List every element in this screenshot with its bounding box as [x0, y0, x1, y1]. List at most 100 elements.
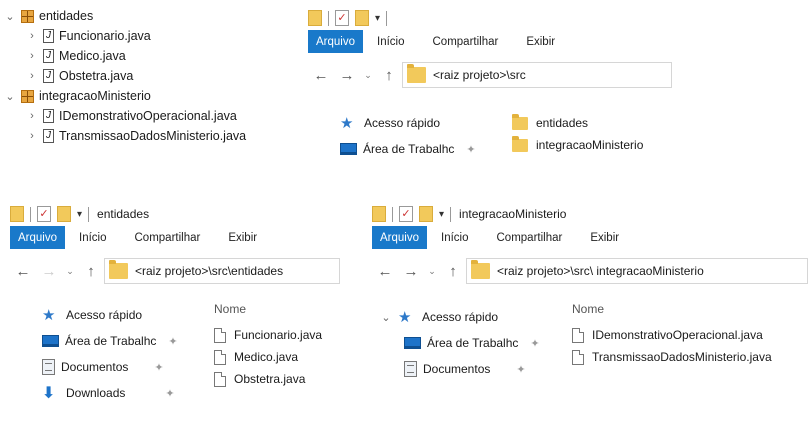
list-item[interactable]: TransmissaoDadosMinisterio.java: [572, 346, 772, 368]
address-row: ← → ⌄ ↑ <raiz projeto>\src: [308, 61, 672, 89]
column-header-name[interactable]: Nome: [572, 302, 772, 324]
pin-icon[interactable]: ✦: [530, 337, 539, 350]
package-icon: [21, 9, 34, 23]
tab-arquivo[interactable]: Arquivo: [372, 226, 427, 249]
tab-inicio[interactable]: Início: [65, 226, 121, 249]
tab-exibir[interactable]: Exibir: [214, 226, 271, 249]
chevron-down-icon[interactable]: ⌄: [4, 10, 16, 23]
nav-label: Área de Trabalhc: [427, 336, 519, 350]
chevron-right-icon[interactable]: ›: [26, 130, 38, 142]
desktop-icon: [42, 335, 59, 347]
nav-documents[interactable]: Documentos ✦: [380, 356, 540, 382]
tree-file-row[interactable]: › J Obstetra.java: [4, 66, 304, 86]
file-name: IDemonstrativoOperacional.java: [592, 328, 763, 342]
properties-icon[interactable]: ✓: [37, 206, 51, 222]
tab-inicio[interactable]: Início: [427, 226, 483, 249]
address-path: <raiz projeto>\src\entidades: [135, 264, 284, 278]
tab-compartilhar[interactable]: Compartilhar: [483, 226, 577, 249]
address-bar[interactable]: <raiz projeto>\src\ integracaoMinisterio: [466, 258, 808, 284]
tree-file-row[interactable]: › J Funcionario.java: [4, 26, 304, 46]
pin-icon[interactable]: ✦: [165, 387, 174, 400]
chevron-down-icon[interactable]: ⌄: [380, 311, 392, 324]
chevron-right-icon[interactable]: ›: [26, 70, 38, 82]
address-path: <raiz projeto>\src: [433, 68, 526, 82]
nav-desktop[interactable]: Área de Trabalhc ✦: [380, 330, 540, 356]
file-name: Medico.java: [234, 350, 299, 364]
tree-file-label: IDemonstrativoOperacional.java: [59, 109, 237, 123]
recent-dropdown-icon[interactable]: ⌄: [424, 266, 440, 277]
chevron-right-icon[interactable]: ›: [26, 50, 38, 62]
file-icon: [214, 371, 226, 387]
tree-file-row[interactable]: › J Medico.java: [4, 46, 304, 66]
explorer-window-src: ✓ ▾ Arquivo Início Compartilhar Exibir ←…: [308, 6, 672, 156]
address-bar[interactable]: <raiz projeto>\src\entidades: [104, 258, 340, 284]
package-icon: [21, 89, 34, 103]
tree-package-entidades[interactable]: ⌄ entidades: [4, 6, 304, 26]
ribbon-tabs: Arquivo Início Compartilhar Exibir: [10, 226, 340, 249]
customize-dropdown-icon[interactable]: ▾: [375, 13, 380, 24]
tree-package-integracao[interactable]: ⌄ integracaoMinisterio: [4, 86, 304, 106]
window-title: integracaoMinisterio: [459, 207, 567, 221]
nav-downloads[interactable]: ⬇ Downloads ✦: [42, 380, 178, 406]
nav-quick-access[interactable]: ★ Acesso rápido: [42, 302, 178, 328]
customize-dropdown-icon[interactable]: ▾: [439, 209, 444, 220]
java-file-icon: J: [43, 69, 54, 83]
column-header-name[interactable]: Nome: [214, 302, 322, 324]
list-item[interactable]: IDemonstrativoOperacional.java: [572, 324, 772, 346]
tab-arquivo[interactable]: Arquivo: [10, 226, 65, 249]
tree-file-row[interactable]: › J IDemonstrativoOperacional.java: [4, 106, 304, 126]
properties-icon[interactable]: ✓: [399, 206, 413, 222]
list-item[interactable]: Funcionario.java: [214, 324, 322, 346]
properties-icon[interactable]: ✓: [335, 10, 349, 26]
up-arrow-icon[interactable]: ↑: [78, 263, 104, 280]
folder-name: integracaoMinisterio: [536, 138, 644, 152]
forward-arrow-icon[interactable]: →: [334, 67, 360, 84]
folder-icon[interactable]: [372, 206, 386, 222]
folder-icon[interactable]: [308, 10, 322, 26]
forward-arrow-icon[interactable]: →: [398, 263, 424, 280]
list-item[interactable]: integracaoMinisterio: [512, 134, 643, 156]
new-folder-icon[interactable]: [57, 206, 71, 222]
list-item[interactable]: Obstetra.java: [214, 368, 322, 390]
tree-file-row[interactable]: › J TransmissaoDadosMinisterio.java: [4, 126, 304, 146]
nav-desktop[interactable]: Área de Trabalhc ✦: [42, 328, 178, 354]
tab-inicio[interactable]: Início: [363, 30, 419, 53]
back-arrow-icon[interactable]: ←: [308, 67, 334, 84]
pin-icon[interactable]: ✦: [168, 335, 177, 348]
list-item[interactable]: Medico.java: [214, 346, 322, 368]
tab-compartilhar[interactable]: Compartilhar: [419, 30, 513, 53]
recent-dropdown-icon[interactable]: ⌄: [62, 266, 78, 277]
file-name: Obstetra.java: [234, 372, 306, 386]
up-arrow-icon[interactable]: ↑: [440, 263, 466, 280]
recent-dropdown-icon[interactable]: ⌄: [360, 70, 376, 81]
nav-documents[interactable]: Documentos ✦: [42, 354, 178, 380]
nav-quick-access[interactable]: ⌄ ★ Acesso rápido: [380, 304, 540, 330]
java-file-icon: J: [43, 129, 54, 143]
back-arrow-icon[interactable]: ←: [10, 263, 36, 280]
nav-label: Documentos: [423, 362, 491, 376]
pin-icon[interactable]: ✦: [466, 143, 475, 156]
forward-arrow-icon[interactable]: →: [36, 263, 62, 280]
list-item[interactable]: entidades: [512, 112, 643, 134]
address-bar[interactable]: <raiz projeto>\src: [402, 62, 672, 88]
pin-icon[interactable]: ✦: [154, 361, 163, 374]
new-folder-icon[interactable]: [419, 206, 433, 222]
customize-dropdown-icon[interactable]: ▾: [77, 209, 82, 220]
tab-arquivo[interactable]: Arquivo: [308, 30, 363, 53]
chevron-down-icon[interactable]: ⌄: [4, 90, 16, 103]
folder-icon[interactable]: [10, 206, 24, 222]
new-folder-icon[interactable]: [355, 10, 369, 26]
chevron-right-icon[interactable]: ›: [26, 30, 38, 42]
chevron-right-icon[interactable]: ›: [26, 110, 38, 122]
file-icon: [214, 327, 226, 343]
up-arrow-icon[interactable]: ↑: [376, 67, 402, 84]
nav-quick-access[interactable]: ★ Acesso rápido: [340, 110, 476, 136]
nav-desktop[interactable]: Área de Trabalhc ✦: [340, 136, 476, 162]
back-arrow-icon[interactable]: ←: [372, 263, 398, 280]
navigation-pane: ★ Acesso rápido Área de Trabalhc ✦: [340, 110, 476, 162]
tab-compartilhar[interactable]: Compartilhar: [121, 226, 215, 249]
tab-exibir[interactable]: Exibir: [576, 226, 633, 249]
file-list: Nome Funcionario.java Medico.java Obstet…: [214, 302, 322, 390]
tab-exibir[interactable]: Exibir: [512, 30, 569, 53]
pin-icon[interactable]: ✦: [516, 363, 525, 376]
